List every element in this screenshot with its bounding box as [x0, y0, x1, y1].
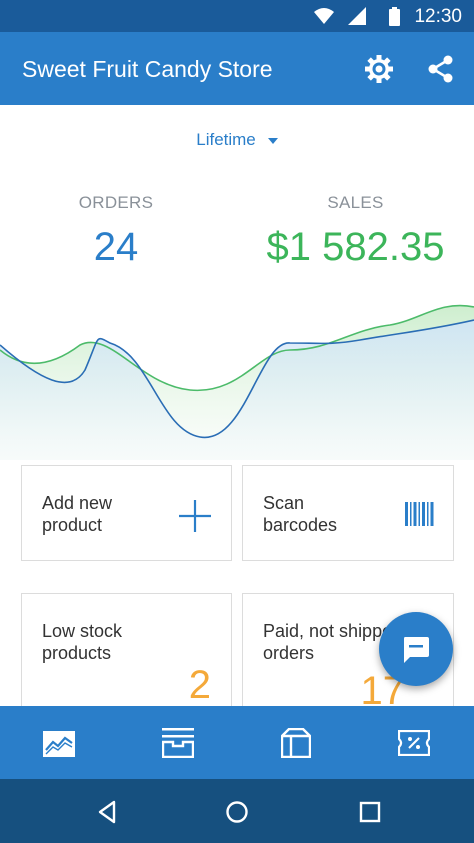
orders-stat: ORDERS 24 — [0, 193, 232, 270]
status-bar: 12:30 — [0, 0, 474, 32]
battery-icon — [389, 7, 400, 26]
home-icon[interactable] — [222, 797, 252, 827]
share-button[interactable] — [424, 52, 458, 86]
coupons-icon — [398, 730, 430, 756]
plus-icon — [179, 500, 211, 532]
signal-icon — [348, 7, 366, 25]
bottom-nav — [0, 706, 474, 779]
add-product-card[interactable]: Add new product — [21, 465, 232, 561]
chat-fab[interactable] — [379, 612, 453, 686]
low-stock-card[interactable]: Low stock products 2 — [21, 593, 232, 713]
period-label: Lifetime — [196, 130, 256, 149]
chat-icon — [404, 637, 429, 663]
barcode-icon — [405, 502, 434, 526]
recents-icon[interactable] — [355, 797, 385, 827]
scan-barcodes-label: Scan barcodes — [263, 493, 338, 535]
period-dropdown[interactable]: Lifetime — [196, 130, 278, 150]
orders-label: ORDERS — [78, 193, 154, 212]
orders-icon — [162, 728, 194, 758]
sales-value: $1 582.35 — [266, 225, 445, 269]
share-icon — [428, 55, 453, 83]
add-product-label: Add new product — [42, 493, 113, 535]
tab-products[interactable] — [236, 706, 354, 779]
low-stock-count: 2 — [188, 663, 211, 707]
dashboard-icon — [43, 731, 75, 757]
period-selector-row: Lifetime — [0, 130, 474, 150]
orders-value: 24 — [93, 225, 139, 269]
back-icon[interactable] — [92, 797, 122, 827]
low-stock-label: Low stock products — [42, 621, 123, 663]
app-bar: Sweet Fruit Candy Store — [0, 32, 474, 105]
tab-dashboard[interactable] — [0, 706, 118, 779]
sales-stat: SALES $1 582.35 — [237, 193, 474, 270]
system-nav-bar — [0, 779, 474, 843]
sales-trend-chart — [0, 304, 474, 460]
wifi-icon — [314, 8, 334, 24]
clock: 12:30 — [414, 6, 462, 27]
products-icon — [281, 728, 311, 758]
settings-button[interactable] — [362, 52, 396, 86]
settings-icon — [365, 55, 393, 83]
caret-down-icon — [267, 137, 278, 144]
app-title: Sweet Fruit Candy Store — [22, 56, 273, 82]
tab-coupons[interactable] — [354, 706, 472, 779]
tab-orders[interactable] — [118, 706, 236, 779]
scan-barcodes-card[interactable]: Scan barcodes — [242, 465, 454, 561]
sales-label: SALES — [327, 193, 384, 212]
